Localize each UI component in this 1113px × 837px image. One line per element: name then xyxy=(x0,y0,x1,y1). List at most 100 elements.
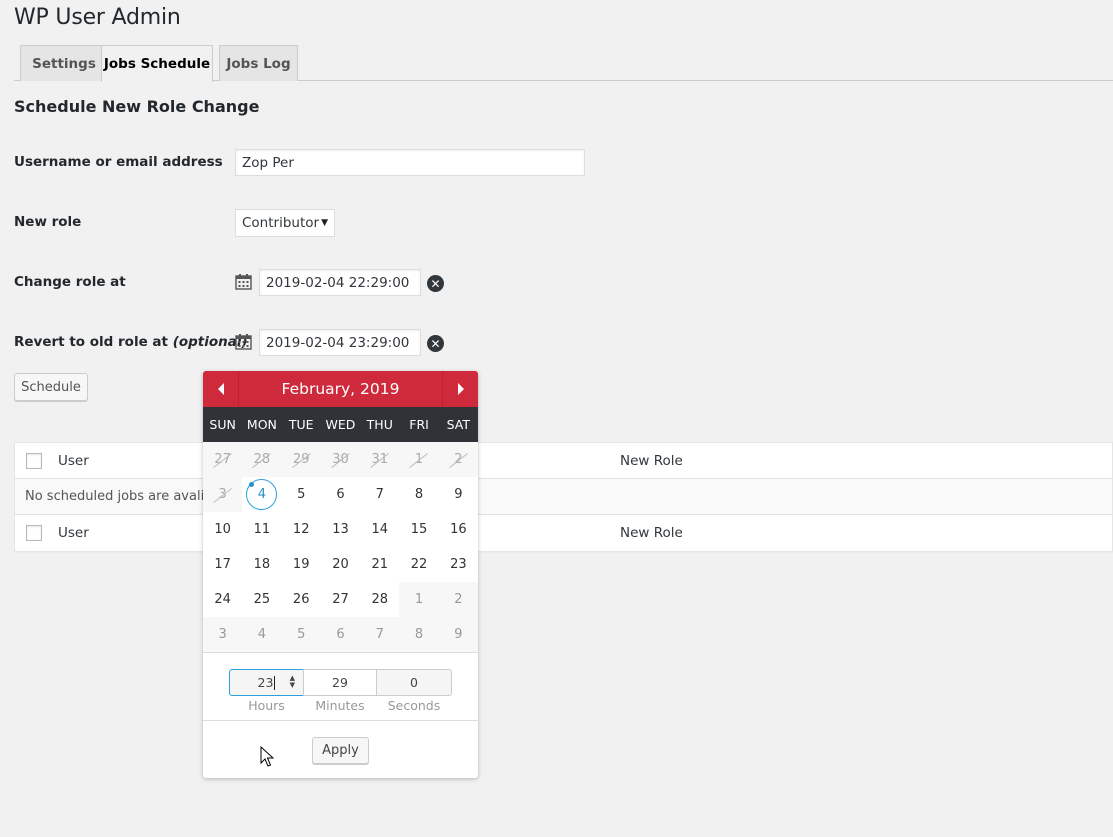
schedule-button[interactable]: Schedule xyxy=(14,373,88,401)
empty-message: No scheduled jobs are avaliable xyxy=(25,489,233,504)
day-cell[interactable]: 2 xyxy=(438,582,478,617)
username-label: Username or email address xyxy=(14,154,223,170)
day-cell[interactable]: 9 xyxy=(439,477,478,512)
day-cell[interactable]: 8 xyxy=(399,617,439,652)
day-cell[interactable]: 19 xyxy=(282,547,321,582)
day-cell[interactable]: 5 xyxy=(281,617,321,652)
day-cell[interactable]: 6 xyxy=(321,477,360,512)
day-cell[interactable]: 17 xyxy=(203,547,242,582)
weekday-label: SUN xyxy=(209,417,236,432)
minutes-label: Minutes xyxy=(315,698,365,713)
change-role-at-label: Change role at xyxy=(14,274,126,290)
day-cell[interactable]: 6 xyxy=(320,617,361,652)
column-header-user[interactable]: User xyxy=(58,453,89,469)
seconds-label: Seconds xyxy=(387,698,441,713)
day-cell[interactable]: 23 xyxy=(439,547,478,582)
day-cell[interactable]: 25 xyxy=(242,582,281,617)
new-role-label: New role xyxy=(14,214,82,230)
new-role-selected: Contributor xyxy=(242,215,320,231)
text-caret xyxy=(274,675,276,690)
day-cell[interactable]: 11 xyxy=(242,512,281,547)
calendar-icon[interactable] xyxy=(235,273,252,290)
table-footer-row: User New Role xyxy=(15,515,1112,551)
day-cell[interactable]: 24 xyxy=(203,582,242,617)
day-cell[interactable]: 16 xyxy=(439,512,478,547)
clear-change-date-icon[interactable]: ✕ xyxy=(427,275,444,292)
day-cell[interactable]: 1 xyxy=(399,582,439,617)
day-cell: 29 xyxy=(281,442,321,477)
tab-jobs-log[interactable]: Jobs Log xyxy=(219,45,298,81)
day-cell[interactable]: 18 xyxy=(242,547,281,582)
day-cell[interactable]: 7 xyxy=(360,617,400,652)
day-cell[interactable]: 3 xyxy=(203,617,243,652)
select-all-checkbox-footer[interactable] xyxy=(26,525,42,541)
new-role-select[interactable]: Contributor ▼ xyxy=(235,209,335,237)
weekday-label: TUE xyxy=(288,417,314,432)
calendar-icon[interactable] xyxy=(235,333,252,350)
revert-role-at-input[interactable]: 2019-02-04 23:29:00 xyxy=(259,329,421,356)
datetime-picker: February, 2019 SUN MON TUE WED THU FRI S… xyxy=(203,371,478,778)
day-cell[interactable]: 14 xyxy=(360,512,399,547)
jobs-table: User New Role No scheduled jobs are aval… xyxy=(14,442,1113,552)
clear-revert-date-icon[interactable]: ✕ xyxy=(427,335,444,352)
prev-month-button[interactable] xyxy=(203,371,239,407)
day-cell[interactable]: 8 xyxy=(399,477,438,512)
day-cell: 28 xyxy=(242,442,282,477)
day-cell[interactable]: 28 xyxy=(360,582,399,617)
day-cell[interactable]: 26 xyxy=(282,582,321,617)
days-grid: 27 28 29 30 31 1 2 3 4 5 6 7 8 9 10 11 12 13 14 15 16 17 18 19 2… xyxy=(203,442,478,652)
day-cell[interactable]: 20 xyxy=(321,547,360,582)
picker-header: February, 2019 xyxy=(203,371,478,407)
hours-input[interactable]: 23 ▲ ▼ xyxy=(229,669,304,696)
day-cell: 2 xyxy=(438,442,478,477)
day-cell[interactable]: 13 xyxy=(321,512,360,547)
seconds-input[interactable]: 0 xyxy=(376,669,452,696)
empty-row: No scheduled jobs are avaliable xyxy=(15,479,1112,515)
column-footer-user[interactable]: User xyxy=(58,525,89,541)
weekday-header: SUN MON TUE WED THU FRI SAT xyxy=(203,407,478,442)
day-cell[interactable]: 15 xyxy=(399,512,438,547)
page-title: WP User Admin xyxy=(14,5,181,30)
weekday-label: FRI xyxy=(409,417,429,432)
day-cell[interactable]: 7 xyxy=(360,477,399,512)
day-cell[interactable]: 22 xyxy=(399,547,438,582)
day-cell[interactable]: 10 xyxy=(203,512,242,547)
select-all-checkbox[interactable] xyxy=(26,452,42,469)
day-cell[interactable]: 5 xyxy=(282,477,321,512)
picker-footer: Apply xyxy=(203,720,478,778)
minutes-input[interactable]: 29 xyxy=(303,669,377,696)
month-label[interactable]: February, 2019 xyxy=(239,380,442,398)
chevron-right-icon xyxy=(457,383,464,395)
username-input[interactable]: Zop Per xyxy=(235,149,585,176)
apply-button[interactable]: Apply xyxy=(312,737,369,764)
section-title: Schedule New Role Change xyxy=(14,97,260,116)
day-cell[interactable]: 9 xyxy=(438,617,478,652)
weekday-label: MON xyxy=(246,417,277,432)
spinner-icon[interactable]: ▲ ▼ xyxy=(290,675,295,689)
day-cell[interactable]: 4 xyxy=(242,617,282,652)
dropdown-arrow-icon: ▼ xyxy=(321,218,328,228)
column-header-new-role[interactable]: New Role xyxy=(620,453,683,469)
day-cell: 30 xyxy=(320,442,361,477)
day-cell: 1 xyxy=(399,442,439,477)
hours-value: 23 xyxy=(257,675,274,690)
next-month-button[interactable] xyxy=(442,371,478,407)
day-cell[interactable]: 21 xyxy=(360,547,399,582)
column-footer-new-role[interactable]: New Role xyxy=(620,525,683,541)
day-cell[interactable]: 27 xyxy=(321,582,360,617)
tab-jobs-schedule[interactable]: Jobs Schedule xyxy=(101,45,213,82)
table-header-row: User New Role xyxy=(15,443,1112,479)
time-selector: 23 ▲ ▼ 29 0 Hours Minutes Seconds xyxy=(203,652,478,720)
chevron-left-icon xyxy=(217,383,224,395)
day-cell: 27 xyxy=(203,442,243,477)
day-cell: 3 xyxy=(203,477,243,512)
day-cell: 31 xyxy=(360,442,400,477)
change-role-at-input[interactable]: 2019-02-04 22:29:00 xyxy=(259,269,421,296)
revert-label-text: Revert to old role at xyxy=(14,334,168,350)
weekday-label: THU xyxy=(366,417,393,432)
day-cell-today[interactable]: 4 xyxy=(242,477,281,512)
weekday-label: WED xyxy=(325,417,356,432)
tab-bar: Settings Jobs Schedule Jobs Log xyxy=(14,45,1113,82)
tab-settings[interactable]: Settings xyxy=(20,45,108,81)
day-cell[interactable]: 12 xyxy=(282,512,321,547)
